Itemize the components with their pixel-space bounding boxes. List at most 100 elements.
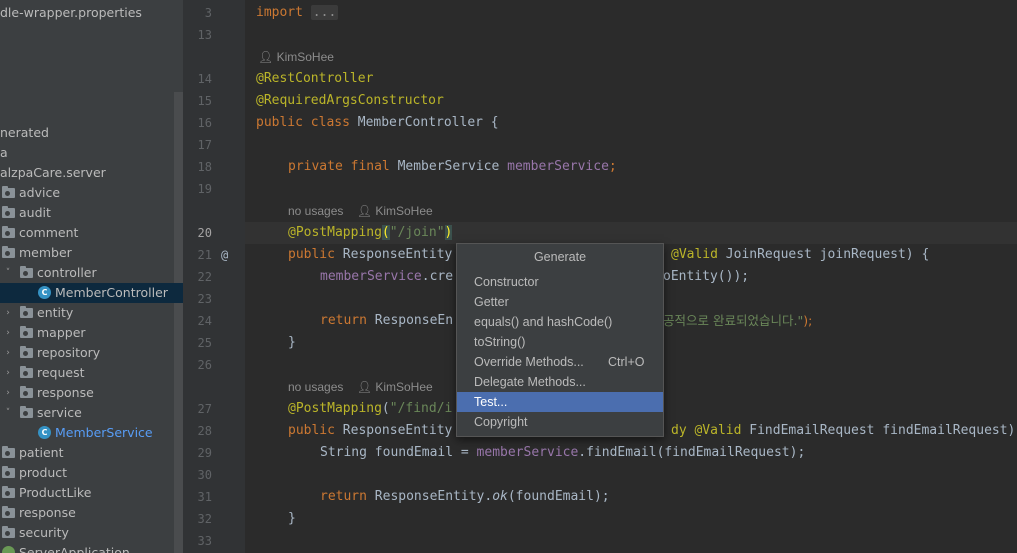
package-folder-icon xyxy=(2,466,15,478)
line-number[interactable]: 30 xyxy=(183,464,212,486)
tree-item-label: a xyxy=(0,145,8,160)
menu-item-label: Constructor xyxy=(474,275,539,289)
tree-item-memberservice[interactable]: C MemberService xyxy=(0,423,183,443)
code-line-tail: @Valid JoinRequest joinRequest) { xyxy=(671,247,930,262)
tree-item-label: advice xyxy=(19,185,61,200)
tree-item-entity[interactable]: › entity xyxy=(0,303,183,323)
tree-item-advice[interactable]: advice xyxy=(0,183,183,203)
package-folder-icon xyxy=(20,326,33,338)
generate-menu-item-delegate-methods[interactable]: Delegate Methods... xyxy=(457,372,663,392)
package-folder-icon xyxy=(20,386,33,398)
code-line: return ResponseEn xyxy=(320,313,454,328)
tree-item-label: ServerApplication xyxy=(19,545,130,553)
user-icon: 👤︎ xyxy=(356,380,372,394)
line-number[interactable]: 14 xyxy=(183,68,212,90)
tree-item-a[interactable]: a xyxy=(0,143,183,163)
tree-item-security[interactable]: security xyxy=(0,523,183,543)
chevron-down-icon[interactable]: ˅ xyxy=(3,263,13,283)
line-number[interactable]: 18 xyxy=(183,156,212,178)
chevron-down-icon[interactable]: ˅ xyxy=(3,403,13,423)
tree-item-response[interactable]: › response xyxy=(0,383,183,403)
menu-item-label: toString() xyxy=(474,335,526,349)
line-number[interactable]: 19 xyxy=(183,178,212,200)
generate-menu-item-test[interactable]: Test... xyxy=(457,392,663,412)
tree-item-service[interactable]: ˅ service xyxy=(0,403,183,423)
chevron-right-icon[interactable]: › xyxy=(3,303,13,323)
package-folder-icon xyxy=(2,486,15,498)
chevron-right-icon[interactable]: › xyxy=(3,343,13,363)
tree-item-label: response xyxy=(37,385,94,400)
editor-gutter: 3 13 14 15 16 17 18 19 20 21 22 23 24 25 26 27 28 29 30 31 3… xyxy=(183,0,256,553)
line-number[interactable]: 32 xyxy=(183,508,212,530)
tree-item-label: response xyxy=(19,505,76,520)
line-number[interactable]: 29 xyxy=(183,442,212,464)
menu-item-label: Delegate Methods... xyxy=(474,375,586,389)
line-number[interactable]: 22 xyxy=(183,266,212,288)
tree-item-label: MemberController xyxy=(55,285,168,300)
code-line: } xyxy=(288,511,296,526)
tree-item-request[interactable]: › request xyxy=(0,363,183,383)
line-number[interactable]: 27 xyxy=(183,398,212,420)
spring-boot-app-icon xyxy=(2,546,15,553)
tree-item-member[interactable]: member xyxy=(0,243,183,263)
tree-item-audit[interactable]: audit xyxy=(0,203,183,223)
line-number[interactable]: 21 xyxy=(183,244,212,266)
chevron-right-icon[interactable]: › xyxy=(3,363,13,383)
package-folder-icon xyxy=(20,406,33,418)
chevron-right-icon[interactable]: › xyxy=(3,323,13,343)
line-number[interactable]: 16 xyxy=(183,112,212,134)
tree-item-label: controller xyxy=(37,265,97,280)
tree-item-patient[interactable]: patient xyxy=(0,443,183,463)
code-line: private final MemberService memberServic… xyxy=(288,159,617,174)
tree-item-membercontroller[interactable]: C MemberController xyxy=(0,283,183,303)
chevron-right-icon[interactable]: › xyxy=(3,383,13,403)
tree-item-comment[interactable]: comment xyxy=(0,223,183,243)
menu-item-label: equals() and hashCode() xyxy=(474,315,613,329)
generate-menu-item-equals-and-hashcode[interactable]: equals() and hashCode() xyxy=(457,312,663,332)
tree-item-repository[interactable]: › repository xyxy=(0,343,183,363)
package-folder-icon xyxy=(20,366,33,378)
tree-item-nerated[interactable]: nerated xyxy=(0,123,183,143)
tree-item-product[interactable]: product xyxy=(0,463,183,483)
tree-item-label: patient xyxy=(19,445,64,460)
menu-item-label: Getter xyxy=(474,295,509,309)
tree-item-mapper[interactable]: › mapper xyxy=(0,323,183,343)
java-class-icon: C xyxy=(38,286,51,299)
line-number[interactable]: 31 xyxy=(183,486,212,508)
tree-item-alzpacare-server[interactable]: alzpaCare.server xyxy=(0,163,183,183)
line-number[interactable]: 13 xyxy=(183,24,212,46)
generate-menu-item-getter[interactable]: Getter xyxy=(457,292,663,312)
line-number[interactable]: 20 xyxy=(183,222,212,244)
menu-item-label: Copyright xyxy=(474,415,528,429)
usages-hint: no usages 👤︎ KimSoHee xyxy=(288,380,433,394)
line-number[interactable]: 25 xyxy=(183,332,212,354)
generate-menu-item-tostring[interactable]: toString() xyxy=(457,332,663,352)
tree-item-label: dle-wrapper.properties xyxy=(0,5,142,20)
line-number[interactable]: 33 xyxy=(183,530,212,552)
code-line: memberService.cre xyxy=(320,269,454,284)
line-number[interactable]: 26 xyxy=(183,354,212,376)
line-number[interactable]: 24 xyxy=(183,310,212,332)
tree-item-dle-wrapper-properties[interactable]: dle-wrapper.properties xyxy=(0,3,183,23)
code-line: public ResponseEntity xyxy=(288,247,453,262)
line-number[interactable]: 17 xyxy=(183,134,212,156)
generate-menu-item-constructor[interactable]: Constructor xyxy=(457,272,663,292)
line-number[interactable]: 3 xyxy=(183,2,212,24)
line-number[interactable]: 15 xyxy=(183,90,212,112)
line-number[interactable]: 23 xyxy=(183,288,212,310)
tree-item-productlike[interactable]: ProductLike xyxy=(0,483,183,503)
menu-item-label: Override Methods... xyxy=(474,355,584,369)
tree-item-serverapplication[interactable]: ServerApplication xyxy=(0,543,183,553)
tree-item-label: request xyxy=(37,365,85,380)
folded-imports[interactable]: ... xyxy=(310,5,339,20)
menu-item-shortcut: Ctrl+O xyxy=(608,355,645,369)
code-line-tail: oEntity()); xyxy=(663,269,750,284)
tree-item-label: member xyxy=(19,245,72,260)
tree-item-label: product xyxy=(19,465,68,480)
line-number[interactable]: 28 xyxy=(183,420,212,442)
tree-item-controller[interactable]: ˅ controller xyxy=(0,263,183,283)
tree-item-response[interactable]: response xyxy=(0,503,183,523)
endpoint-mapping-icon[interactable]: @ xyxy=(221,244,228,266)
generate-menu-item-override-methods[interactable]: Override Methods... Ctrl+O xyxy=(457,352,663,372)
generate-menu-item-copyright[interactable]: Copyright xyxy=(457,412,663,432)
